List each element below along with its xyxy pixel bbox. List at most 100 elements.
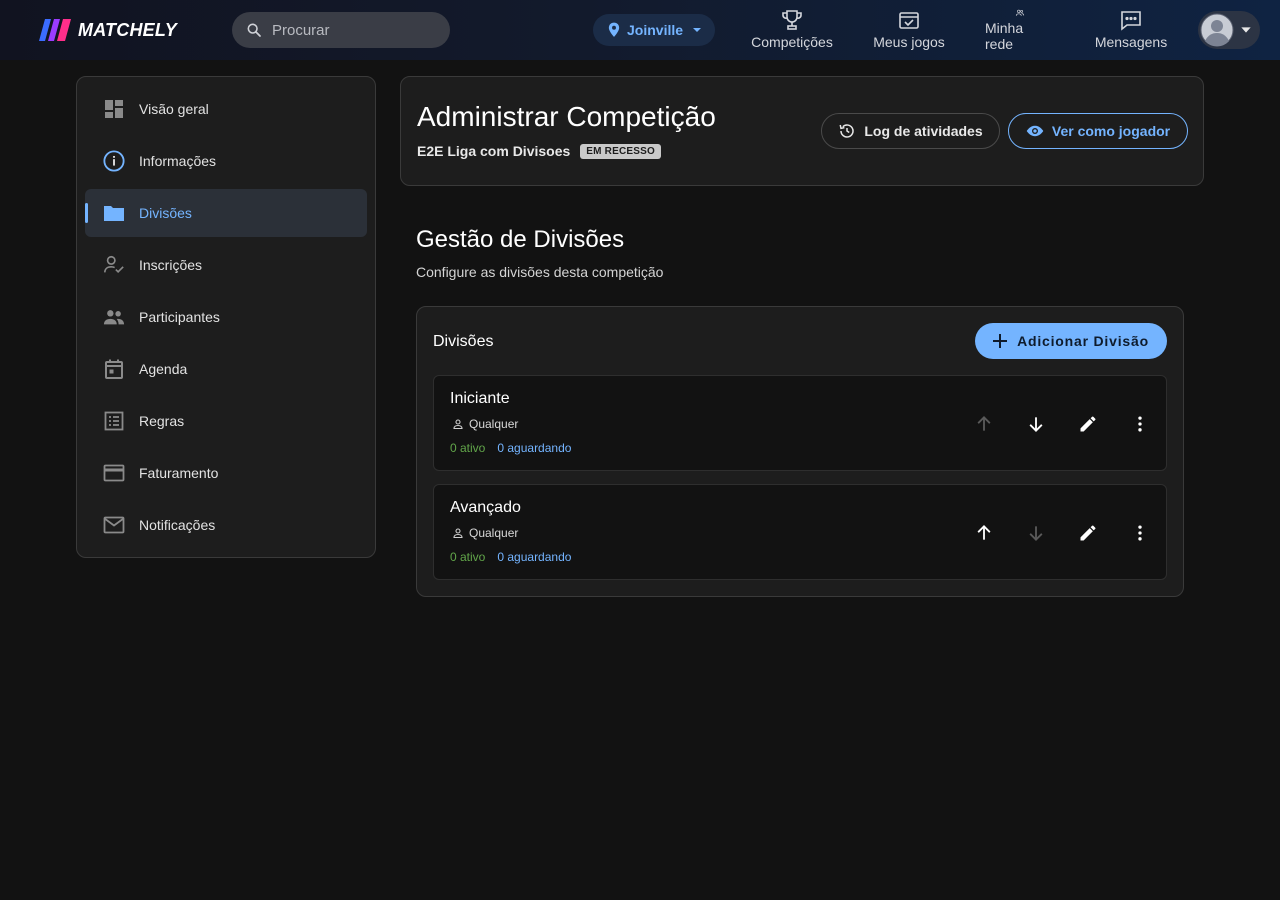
- move-down-button[interactable]: [1010, 404, 1062, 444]
- status-badge: EM RECESSO: [580, 143, 661, 159]
- pencil-icon: [1080, 416, 1096, 432]
- sidebar-item-label: Agenda: [139, 361, 188, 377]
- view-as-player-label: Ver como jogador: [1051, 123, 1171, 139]
- logo-mark-icon: [39, 19, 71, 41]
- person-check-icon: [103, 254, 125, 276]
- competition-subtitle: E2E Liga com Divisoes EM RECESSO: [417, 143, 661, 159]
- division-level: Qualquer: [452, 526, 518, 540]
- active-count: 0 ativo: [450, 441, 486, 455]
- move-up-button[interactable]: [958, 513, 1010, 553]
- folder-icon: [103, 202, 125, 224]
- arrow-down-icon: [1029, 526, 1043, 541]
- panel-title: Divisões: [433, 333, 494, 350]
- add-division-label: Adicionar Divisão: [1017, 333, 1149, 349]
- division-name: Avançado: [450, 499, 521, 516]
- division-level-label: Qualquer: [469, 526, 519, 540]
- sidebar-item-regras[interactable]: Regras: [85, 397, 367, 445]
- division-stats: 0 ativo 0 aguardando: [450, 441, 571, 455]
- move-up-button[interactable]: [958, 404, 1010, 444]
- top-bar: MATCHELY Joinville Competições Meus jogo…: [0, 0, 1280, 60]
- sidebar-item-label: Participantes: [139, 309, 220, 325]
- sidebar-item-participantes[interactable]: Participantes: [85, 293, 367, 341]
- division-actions: [958, 513, 1166, 553]
- eye-icon: [1026, 125, 1044, 137]
- nav-label: Minha rede: [985, 20, 1024, 52]
- sidebar-item-notificacoes[interactable]: Notificações: [85, 501, 367, 549]
- sidebar-item-visao-geral[interactable]: Visão geral: [85, 85, 367, 133]
- section-title: Gestão de Divisões: [416, 226, 625, 253]
- sidebar-item-label: Notificações: [139, 517, 216, 533]
- edit-button[interactable]: [1062, 513, 1114, 553]
- sidebar: Visão geral Informações Divisões Inscriç…: [76, 76, 376, 558]
- more-options-button[interactable]: [1114, 404, 1166, 444]
- sidebar-item-label: Visão geral: [139, 101, 209, 117]
- nav-meus-jogos[interactable]: Meus jogos: [873, 8, 945, 52]
- waiting-count: 0 aguardando: [497, 550, 572, 564]
- search-icon: [247, 23, 261, 37]
- location-label: Joinville: [627, 22, 684, 38]
- sidebar-item-agenda[interactable]: Agenda: [85, 345, 367, 393]
- view-as-player-button[interactable]: Ver como jogador: [1008, 113, 1188, 149]
- nav-label: Meus jogos: [873, 34, 945, 50]
- location-pin-icon: [608, 22, 620, 37]
- admin-header-card: Administrar Competição E2E Liga com Divi…: [400, 76, 1204, 186]
- logo[interactable]: MATCHELY: [36, 16, 177, 44]
- credit-card-icon: [103, 462, 125, 484]
- more-options-button[interactable]: [1114, 513, 1166, 553]
- nav-competicoes[interactable]: Competições: [751, 8, 833, 52]
- sidebar-item-label: Informações: [139, 153, 217, 169]
- division-stats: 0 ativo 0 aguardando: [450, 550, 571, 564]
- activity-log-label: Log de atividades: [864, 123, 983, 139]
- user-menu-button[interactable]: [1198, 11, 1260, 49]
- add-division-button[interactable]: Adicionar Divisão: [975, 323, 1167, 359]
- plus-icon: [993, 334, 1008, 348]
- activity-log-button[interactable]: Log de atividades: [821, 113, 1000, 149]
- trophy-icon: [782, 10, 802, 30]
- list-icon: [103, 410, 125, 432]
- division-level-label: Qualquer: [469, 417, 519, 431]
- division-name: Iniciante: [450, 390, 510, 407]
- arrow-down-icon: [1029, 417, 1043, 432]
- logo-text: MATCHELY: [78, 19, 177, 40]
- chevron-down-icon: [693, 28, 702, 32]
- nav-minha-rede[interactable]: Minha rede: [985, 8, 1055, 52]
- sidebar-item-informacoes[interactable]: Informações: [85, 137, 367, 185]
- divisions-panel: Divisões Adicionar Divisão Iniciante Qua…: [416, 306, 1184, 597]
- waiting-count: 0 aguardando: [497, 441, 572, 455]
- nav-label: Competições: [751, 34, 833, 50]
- dashboard-icon: [103, 98, 125, 120]
- calendar-icon: [103, 358, 125, 380]
- message-icon: [1121, 11, 1141, 31]
- division-actions: [958, 404, 1166, 444]
- division-card: Avançado Qualquer 0 ativo 0 aguardando: [433, 484, 1167, 580]
- people-icon: [1015, 9, 1025, 16]
- division-card: Iniciante Qualquer 0 ativo 0 aguardando: [433, 375, 1167, 471]
- sidebar-item-inscricoes[interactable]: Inscrições: [85, 241, 367, 289]
- nav-mensagens[interactable]: Mensagens: [1095, 8, 1167, 52]
- sidebar-item-label: Regras: [139, 413, 185, 429]
- page-title: Administrar Competição: [417, 101, 716, 132]
- move-down-button[interactable]: [1010, 513, 1062, 553]
- arrow-up-icon: [977, 416, 991, 431]
- person-icon: [453, 528, 463, 539]
- competition-name: E2E Liga com Divisoes: [417, 143, 571, 159]
- sidebar-item-label: Divisões: [139, 205, 192, 221]
- sidebar-item-label: Faturamento: [139, 465, 219, 481]
- nav-label: Mensagens: [1094, 34, 1168, 50]
- location-selector[interactable]: Joinville: [593, 14, 715, 46]
- avatar: [1200, 13, 1234, 47]
- sidebar-item-faturamento[interactable]: Faturamento: [85, 449, 367, 497]
- group-icon: [103, 306, 125, 328]
- more-vertical-icon: [1138, 416, 1142, 432]
- active-count: 0 ativo: [450, 550, 486, 564]
- sidebar-item-divisoes[interactable]: Divisões: [85, 189, 367, 237]
- chevron-down-icon: [1241, 27, 1251, 33]
- search-input[interactable]: [272, 21, 432, 39]
- history-icon: [839, 124, 855, 138]
- search-box[interactable]: [232, 12, 450, 48]
- sidebar-item-label: Inscrições: [139, 257, 203, 273]
- section-subtitle: Configure as divisões desta competição: [416, 264, 664, 280]
- mail-icon: [103, 514, 125, 536]
- edit-button[interactable]: [1062, 404, 1114, 444]
- calendar-check-icon: [899, 12, 919, 29]
